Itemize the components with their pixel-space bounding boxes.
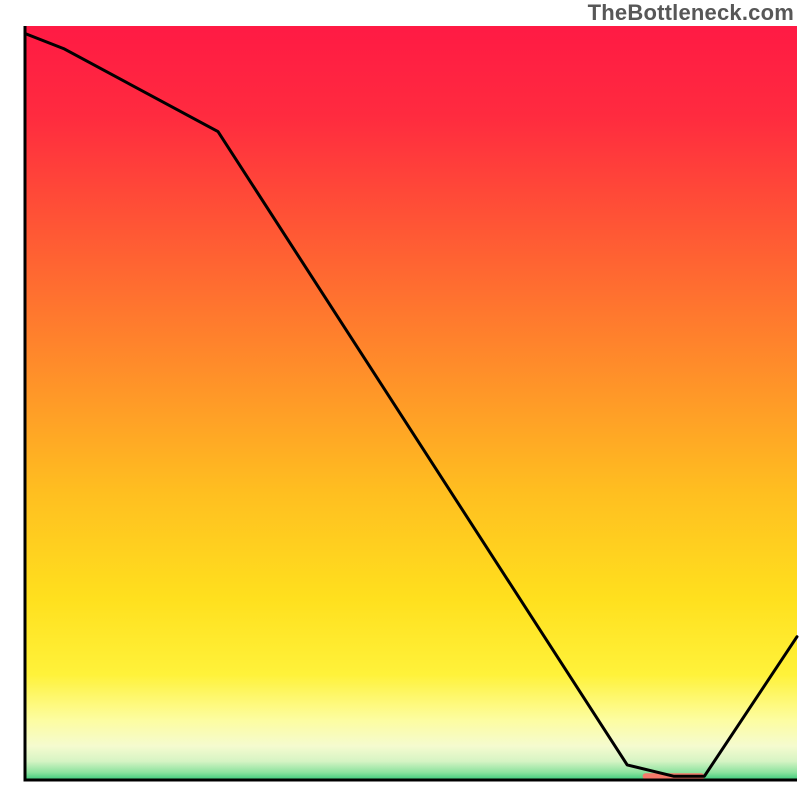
bottleneck-chart xyxy=(0,0,800,800)
chart-canvas: TheBottleneck.com xyxy=(0,0,800,800)
watermark-text: TheBottleneck.com xyxy=(588,0,794,26)
gradient-background xyxy=(25,26,797,780)
